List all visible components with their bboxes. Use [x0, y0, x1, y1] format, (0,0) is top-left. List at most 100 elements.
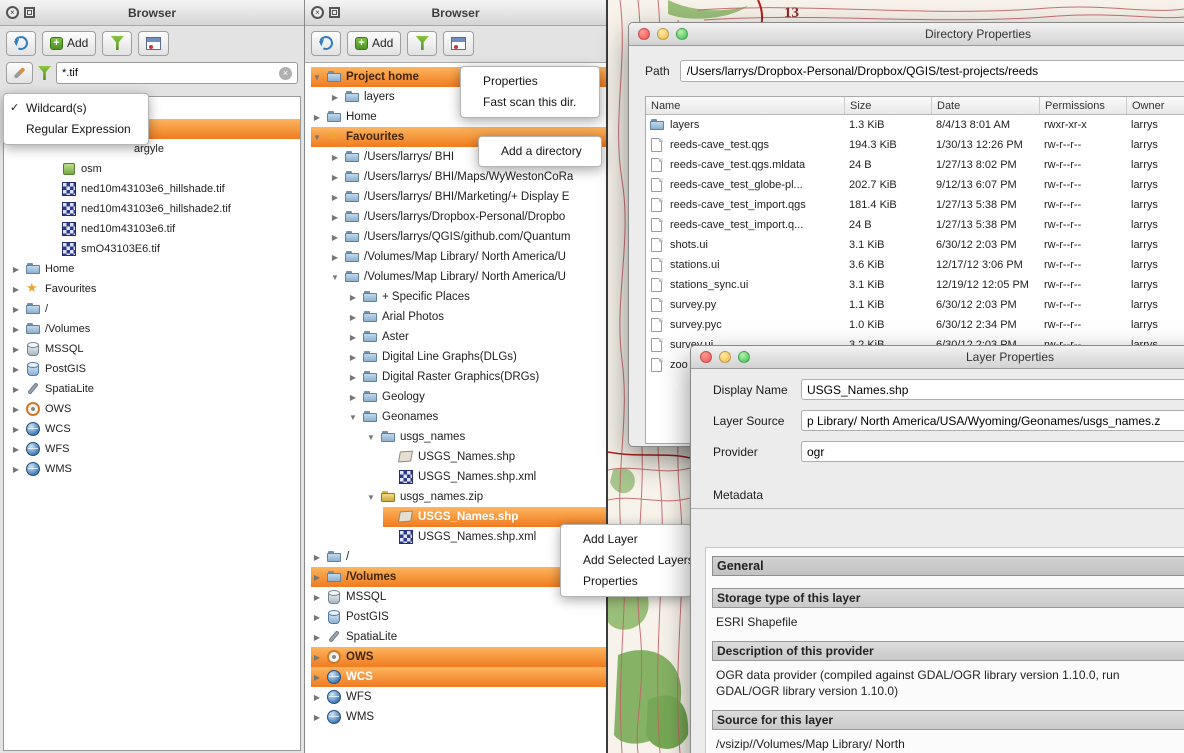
expand-arrow[interactable]: ▶ [347, 313, 359, 322]
expand-arrow[interactable]: ▶ [347, 293, 359, 302]
tree-item[interactable]: ▼usgs_names [305, 427, 606, 447]
tree-item[interactable]: ▼Geonames [305, 407, 606, 427]
tree-item[interactable]: ▶OWS [305, 647, 606, 667]
expand-arrow[interactable]: ▶ [10, 365, 22, 374]
tree-item[interactable]: ▶WFS [4, 439, 300, 459]
expand-arrow[interactable]: ▶ [10, 385, 22, 394]
tree-item[interactable]: USGS_Names.shp [305, 447, 606, 467]
tree-item[interactable]: osm [4, 159, 300, 179]
menu-item[interactable]: Regular Expression [4, 119, 148, 140]
expand-arrow[interactable]: ▶ [10, 405, 22, 414]
expand-arrow[interactable]: ▶ [10, 305, 22, 314]
tree-item[interactable]: ▶/Users/larrys/Dropbox-Personal/Dropbo [305, 207, 606, 227]
metadata-view[interactable]: GeneralStorage type of this layerESRI Sh… [705, 547, 1184, 753]
tree-item[interactable]: ▶WMS [4, 459, 300, 479]
expand-arrow[interactable]: ▶ [329, 173, 341, 182]
tree-item[interactable]: ▶Digital Line Graphs(DLGs) [305, 347, 606, 367]
tree-item[interactable]: ▼usgs_names.zip [305, 487, 606, 507]
field-input[interactable] [801, 410, 1184, 431]
tree-item[interactable]: ▶Aster [305, 327, 606, 347]
add-button[interactable]: Add [347, 31, 401, 56]
expand-arrow[interactable]: ▶ [347, 353, 359, 362]
menu-item[interactable]: Add Selected Layers [561, 550, 691, 571]
expand-arrow[interactable]: ▼ [365, 493, 377, 502]
menu-item[interactable]: Add Layer [561, 529, 691, 550]
tree-item[interactable]: ▶/Users/larrys/ BHI/Marketing/+ Display … [305, 187, 606, 207]
tree-item[interactable]: ▶+ Specific Places [305, 287, 606, 307]
expand-arrow[interactable]: ▼ [311, 133, 323, 142]
field-input[interactable] [801, 379, 1184, 400]
tree-item[interactable]: ▶MSSQL [4, 339, 300, 359]
expand-arrow[interactable]: ▼ [329, 273, 341, 282]
expand-arrow[interactable]: ▶ [311, 693, 323, 702]
expand-arrow[interactable]: ▶ [329, 153, 341, 162]
expand-arrow[interactable]: ▶ [347, 373, 359, 382]
tree-item[interactable]: ▶/Users/larrys/QGIS/github.com/Quantum [305, 227, 606, 247]
expand-arrow[interactable]: ▶ [311, 613, 323, 622]
close-window-icon[interactable] [700, 351, 712, 363]
tree-item[interactable]: ▶Favourites [4, 279, 300, 299]
float-icon[interactable] [24, 7, 35, 18]
menu-item[interactable]: Properties [461, 71, 599, 92]
column-header-size[interactable]: Size [845, 97, 932, 114]
filter-button[interactable] [407, 31, 437, 56]
tree-item[interactable]: ▶PostGIS [4, 359, 300, 379]
tree-item[interactable]: ▶/ [4, 299, 300, 319]
table-row[interactable]: survey.py1.1 KiB6/30/12 2:03 PMrw-r--r--… [646, 295, 1184, 315]
expand-arrow[interactable]: ▶ [347, 393, 359, 402]
window-titlebar[interactable]: Directory Properties [629, 23, 1184, 46]
table-row[interactable]: reeds-cave_test_globe-pl...202.7 KiB9/12… [646, 175, 1184, 195]
expand-arrow[interactable]: ▶ [10, 265, 22, 274]
tree-item[interactable]: ▶WMS [305, 707, 606, 727]
filter-button[interactable] [102, 31, 132, 56]
tree-item[interactable]: ned10m43103e6.tif [4, 219, 300, 239]
expand-arrow[interactable]: ▶ [311, 113, 323, 122]
expand-arrow[interactable]: ▶ [329, 93, 341, 102]
table-row[interactable]: shots.ui3.1 KiB6/30/12 2:03 PMrw-r--r--l… [646, 235, 1184, 255]
expand-arrow[interactable]: ▶ [311, 633, 323, 642]
tree-item[interactable]: ▶SpatiaLite [305, 627, 606, 647]
tree-item[interactable]: ▶WCS [4, 419, 300, 439]
menu-item[interactable]: Add a directory [479, 141, 601, 162]
refresh-button[interactable] [6, 31, 36, 56]
column-header-owner[interactable]: Owner [1127, 97, 1184, 114]
expand-arrow[interactable]: ▶ [10, 445, 22, 454]
column-header-permissions[interactable]: Permissions [1040, 97, 1127, 114]
clear-filter-icon[interactable]: × [279, 67, 292, 80]
expand-arrow[interactable]: ▶ [10, 345, 22, 354]
minimize-window-icon[interactable] [719, 351, 731, 363]
tree-item[interactable]: ▶WFS [305, 687, 606, 707]
expand-arrow[interactable]: ▶ [10, 325, 22, 334]
close-icon[interactable]: × [311, 6, 324, 19]
tree-item[interactable]: ▶Arial Photos [305, 307, 606, 327]
add-button[interactable]: Add [42, 31, 96, 56]
tree-item[interactable]: ned10m43103e6_hillshade.tif [4, 179, 300, 199]
close-icon[interactable]: × [6, 6, 19, 19]
column-header-date[interactable]: Date [932, 97, 1040, 114]
refresh-button[interactable] [311, 31, 341, 56]
table-row[interactable]: reeds-cave_test.qgs.mldata24 B1/27/13 8:… [646, 155, 1184, 175]
expand-arrow[interactable]: ▶ [10, 465, 22, 474]
table-row[interactable]: reeds-cave_test_import.q...24 B1/27/13 5… [646, 215, 1184, 235]
table-row[interactable]: stations.ui3.6 KiB12/17/12 3:06 PMrw-r--… [646, 255, 1184, 275]
table-row[interactable]: stations_sync.ui3.1 KiB12/19/12 12:05 PM… [646, 275, 1184, 295]
filter-input[interactable] [62, 67, 276, 79]
tree-item[interactable]: ▶/Volumes/Map Library/ North America/U [305, 247, 606, 267]
table-row[interactable]: survey.pyc1.0 KiB6/30/12 2:34 PMrw-r--r-… [646, 315, 1184, 335]
tree-item[interactable]: ▶Home [4, 259, 300, 279]
table-row[interactable]: reeds-cave_test.qgs194.3 KiB1/30/13 12:2… [646, 135, 1184, 155]
tree-item[interactable]: ▶SpatiaLite [4, 379, 300, 399]
tree-item[interactable]: ▼/Volumes/Map Library/ North America/U [305, 267, 606, 287]
path-input[interactable] [680, 60, 1184, 82]
table-row[interactable]: layers1.3 KiB8/4/13 8:01 AMrwxr-xr-xlarr… [646, 115, 1184, 135]
expand-arrow[interactable]: ▶ [347, 333, 359, 342]
expand-arrow[interactable]: ▼ [311, 73, 323, 82]
expand-arrow[interactable]: ▼ [347, 413, 359, 422]
tree-item[interactable]: ▶/Volumes [4, 319, 300, 339]
expand-arrow[interactable]: ▶ [10, 285, 22, 294]
tree-item[interactable]: smO43103E6.tif [4, 239, 300, 259]
zoom-window-icon[interactable] [738, 351, 750, 363]
filter-options-button[interactable] [6, 62, 33, 84]
tree-item[interactable]: ▶Digital Raster Graphics(DRGs) [305, 367, 606, 387]
expand-arrow[interactable]: ▶ [10, 425, 22, 434]
